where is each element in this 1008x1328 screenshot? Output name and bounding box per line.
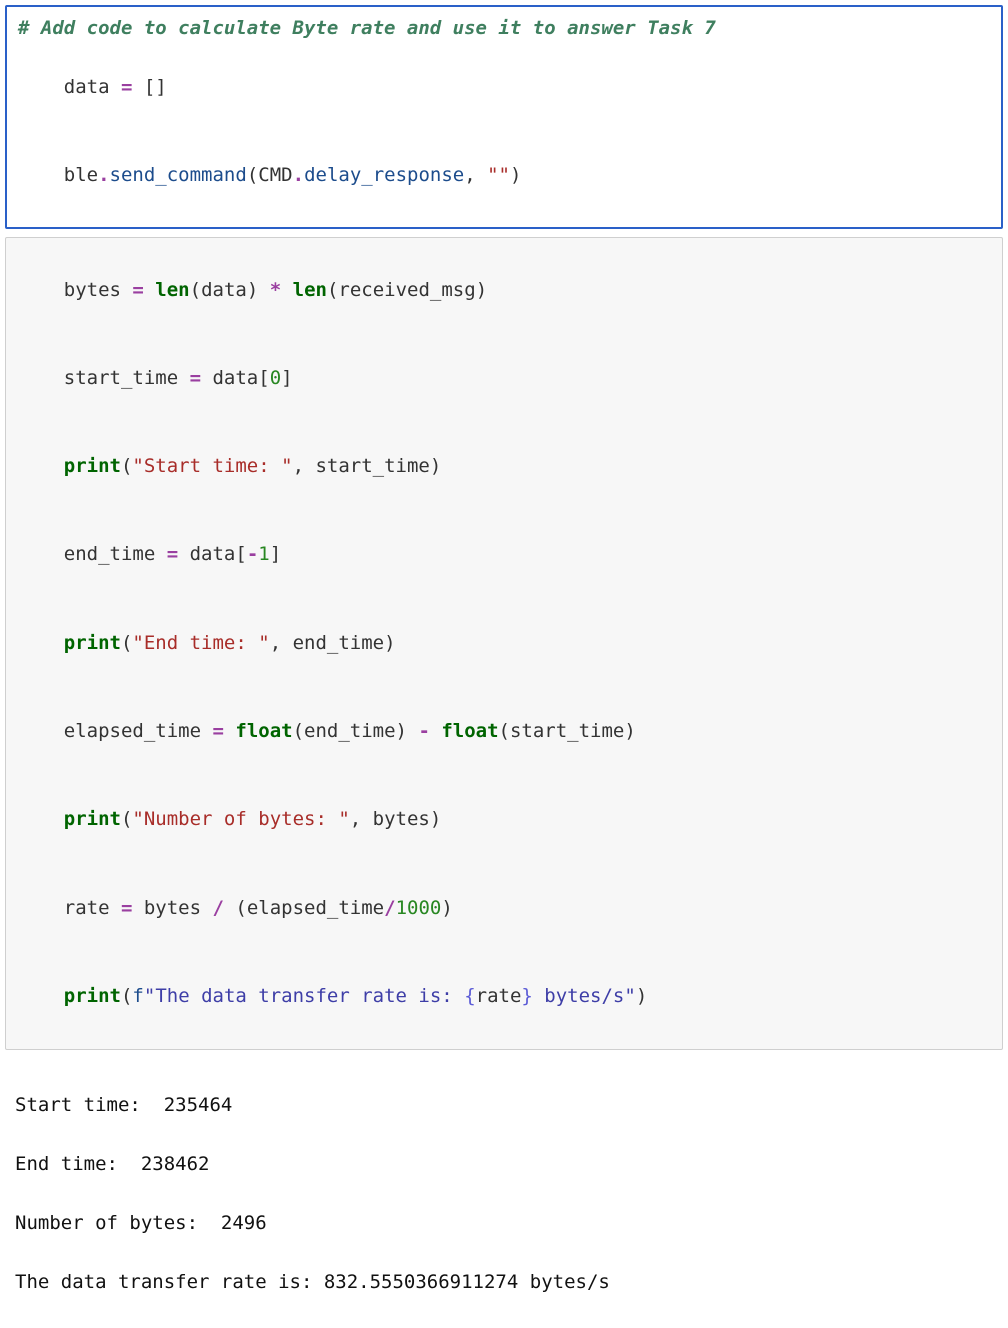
num-0: 0 <box>270 367 281 389</box>
assign: = <box>110 76 144 98</box>
print: print <box>64 985 121 1007</box>
div: / <box>201 897 235 919</box>
float: float <box>235 720 292 742</box>
f-prefix: f <box>132 985 143 1007</box>
output-line: Number of bytes: 2496 <box>15 1209 993 1238</box>
print: print <box>64 808 121 830</box>
comment: # Add code to calculate Byte rate and us… <box>18 17 716 39</box>
cell-output: Start time: 235464 End time: 238462 Numb… <box>5 1058 1003 1328</box>
len: len <box>293 279 327 301</box>
ble: ble <box>64 164 98 186</box>
minus: - <box>407 720 441 742</box>
empty-list: [] <box>144 76 167 98</box>
output-line: Start time: 235464 <box>15 1091 993 1120</box>
num-1000: 1000 <box>396 897 442 919</box>
dot: . <box>293 164 304 186</box>
print: print <box>64 455 121 477</box>
mul: * <box>258 279 292 301</box>
output-line: End time: 238462 <box>15 1150 993 1179</box>
delay-response: delay_response <box>304 164 464 186</box>
paren-open: ( <box>247 164 258 186</box>
len: len <box>155 279 189 301</box>
send-command: send_command <box>110 164 247 186</box>
print: print <box>64 632 121 654</box>
output-line: The data transfer rate is: 832.555036691… <box>15 1268 993 1297</box>
float: float <box>441 720 498 742</box>
num-1: 1 <box>258 543 269 565</box>
paren-close: ) <box>510 164 521 186</box>
eq: = <box>121 279 155 301</box>
empty-string: "" <box>487 164 510 186</box>
var-bytes: bytes <box>64 279 121 301</box>
var-data: data <box>64 76 110 98</box>
comma: , <box>464 164 487 186</box>
code-cell-2[interactable]: bytes = len(data) * len(received_msg) st… <box>5 237 1003 1050</box>
cmd: CMD <box>258 164 292 186</box>
dot: . <box>98 164 109 186</box>
code-cell-1[interactable]: # Add code to calculate Byte rate and us… <box>5 5 1003 229</box>
